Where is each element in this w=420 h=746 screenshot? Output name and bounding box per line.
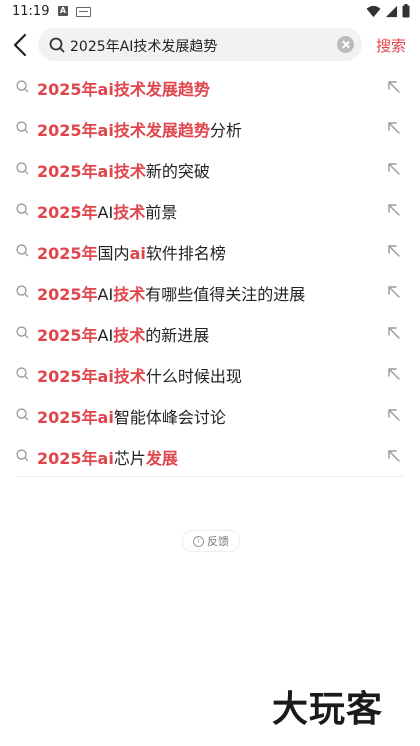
highlight-text: ai [129, 244, 146, 263]
highlight-text: 发展 [145, 449, 178, 468]
highlight-text: 2025年ai技术发展趋势 [37, 80, 210, 99]
suggestion-text-part: AI [97, 285, 114, 304]
search-icon [16, 367, 29, 380]
search-icon [16, 121, 29, 134]
suggestion-text: 2025年ai技术新的突破 [37, 158, 210, 182]
list-divider [16, 476, 404, 477]
suggestion-text: 2025年ai芯片发展 [37, 445, 178, 469]
fill-arrow-icon[interactable] [386, 325, 402, 341]
notification-app-icon: A [58, 6, 68, 16]
clear-icon[interactable] [337, 36, 354, 53]
search-icon [16, 203, 29, 216]
search-icon [16, 285, 29, 298]
signal-icon [385, 5, 398, 17]
search-icon [16, 80, 29, 93]
highlight-text: 2025年ai技术 [37, 162, 146, 181]
fill-arrow-icon[interactable] [386, 366, 402, 382]
suggestion-text-part: 什么时候出现 [145, 367, 242, 386]
suggestion-text-part: 智能体峰会讨论 [113, 408, 226, 427]
wifi-icon [366, 5, 381, 17]
suggestion-item[interactable]: 2025年ai技术发展趋势 [0, 66, 420, 107]
suggestion-text-part: AI [97, 326, 114, 345]
highlight-text: 2025年 [37, 326, 98, 345]
fill-arrow-icon[interactable] [386, 120, 402, 136]
search-icon [16, 244, 29, 257]
status-bar: 11:19 A [0, 0, 420, 24]
highlight-text: 技术 [113, 203, 146, 222]
suggestion-text-part: 分析 [209, 121, 242, 140]
suggestion-item[interactable]: 2025年ai技术什么时候出现 [0, 353, 420, 394]
search-icon [16, 408, 29, 421]
highlight-text: 2025年ai技术 [37, 367, 146, 386]
suggestion-item[interactable]: 2025年ai技术发展趋势分析 [0, 107, 420, 148]
battery-icon [402, 4, 410, 18]
suggestion-list: 2025年ai技术发展趋势 2025年ai技术发展趋势分析 2025年ai技术新的突… [0, 66, 420, 476]
fill-arrow-icon[interactable] [386, 243, 402, 259]
search-icon [16, 326, 29, 339]
search-query-text[interactable]: 2025年AI技术发展趋势 [70, 36, 217, 56]
highlight-text: 2025年ai [37, 449, 114, 468]
highlight-text: 2025年 [37, 244, 98, 263]
suggestion-text-part: 的新进展 [145, 326, 210, 345]
suggestion-text-part: 软件排名榜 [145, 244, 226, 263]
suggestion-item[interactable]: 2025年AI技术的新进展 [0, 312, 420, 353]
feedback-button[interactable]: i 反馈 [182, 530, 240, 552]
search-icon [16, 162, 29, 175]
suggestion-item[interactable]: 2025年ai芯片发展 [0, 435, 420, 476]
keyboard-icon [76, 7, 91, 17]
suggestion-item[interactable]: 2025年国内ai软件排名榜 [0, 230, 420, 271]
suggestion-text-part: 前景 [145, 203, 178, 222]
search-button[interactable]: 搜索 [376, 35, 406, 56]
suggestion-text: 2025年ai技术发展趋势 [37, 76, 210, 100]
search-input[interactable]: 2025年AI技术发展趋势 [38, 28, 362, 61]
suggestion-text-part: 国内 [97, 244, 130, 263]
suggestion-text: 2025年ai技术发展趋势分析 [37, 117, 242, 141]
suggestion-text: 2025年ai智能体峰会讨论 [37, 404, 226, 428]
suggestion-text: 2025年国内ai软件排名榜 [37, 240, 226, 264]
suggestion-text: 2025年AI技术的新进展 [37, 322, 209, 346]
search-header: 2025年AI技术发展趋势 搜索 [0, 26, 420, 64]
highlight-text: 技术 [113, 285, 146, 304]
highlight-text: 2025年 [37, 203, 98, 222]
watermark-logo: 大玩客 [272, 689, 384, 730]
suggestion-item[interactable]: 2025年AI技术有哪些值得关注的进展 [0, 271, 420, 312]
fill-arrow-icon[interactable] [386, 202, 402, 218]
feedback-label: 反馈 [207, 535, 229, 548]
search-icon [16, 449, 29, 462]
search-icon [49, 37, 65, 53]
fill-arrow-icon[interactable] [386, 161, 402, 177]
suggestion-text-part: 芯片 [113, 449, 146, 468]
fill-arrow-icon[interactable] [386, 407, 402, 423]
suggestion-text-part: 有哪些值得关注的进展 [145, 285, 306, 304]
fill-arrow-icon[interactable] [386, 79, 402, 95]
highlight-text: 2025年ai技术发展趋势 [37, 121, 210, 140]
highlight-text: 技术 [113, 326, 146, 345]
suggestion-text: 2025年ai技术什么时候出现 [37, 363, 242, 387]
suggestion-text: 2025年AI技术前景 [37, 199, 177, 223]
suggestion-text-part: 新的突破 [145, 162, 210, 181]
status-time: 11:19 [12, 4, 50, 19]
highlight-text: 2025年 [37, 285, 98, 304]
suggestion-item[interactable]: 2025年ai智能体峰会讨论 [0, 394, 420, 435]
suggestion-text-part: AI [97, 203, 114, 222]
suggestion-text: 2025年AI技术有哪些值得关注的进展 [37, 281, 305, 305]
status-icons [366, 4, 410, 18]
highlight-text: 2025年ai [37, 408, 114, 427]
fill-arrow-icon[interactable] [386, 284, 402, 300]
suggestion-item[interactable]: 2025年AI技术前景 [0, 189, 420, 230]
back-arrow-icon[interactable] [10, 32, 32, 58]
info-icon: i [193, 535, 204, 547]
fill-arrow-icon[interactable] [386, 448, 402, 464]
suggestion-item[interactable]: 2025年ai技术新的突破 [0, 148, 420, 189]
